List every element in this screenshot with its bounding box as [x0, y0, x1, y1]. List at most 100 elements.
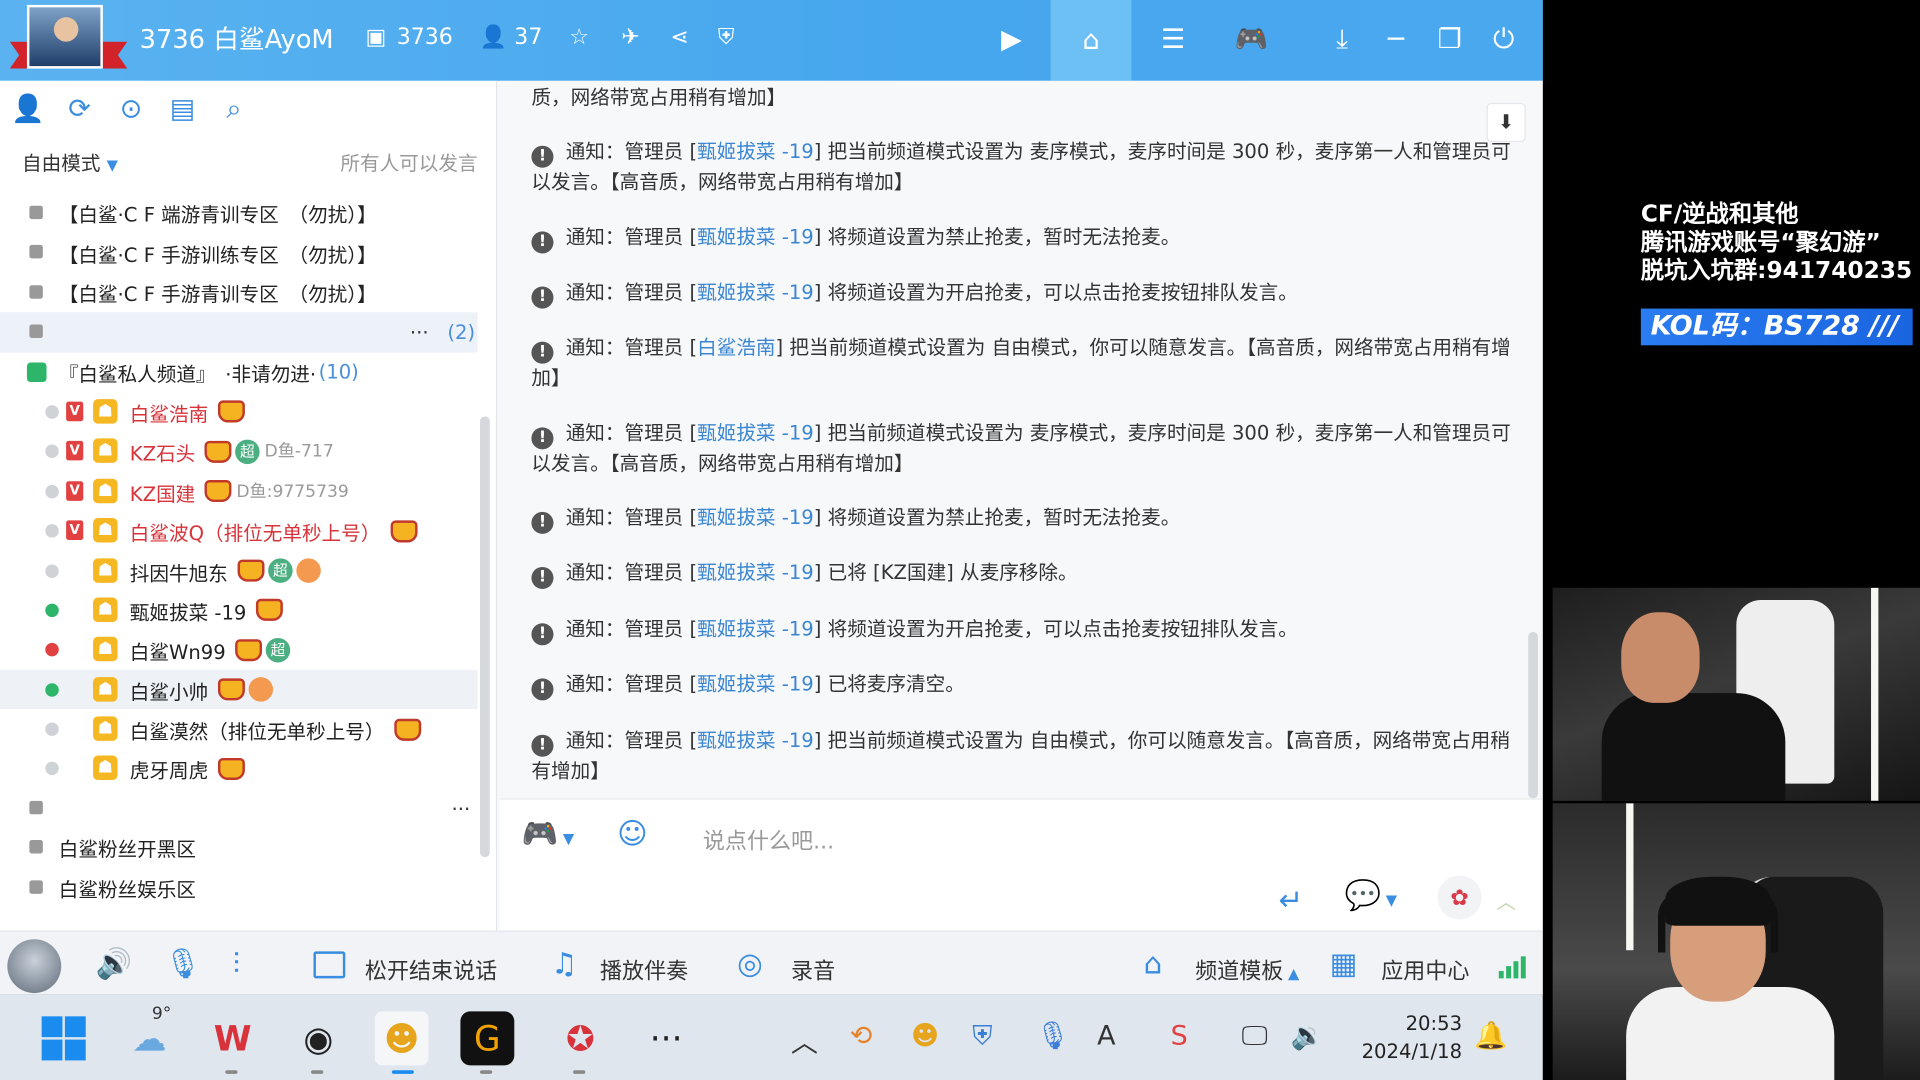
search-icon[interactable]: ⌕ [216, 91, 253, 128]
chat-notice: ! 通知：管理员 [甄姬拔菜 -19] 将频道设置为禁止抢麦，暂时无法抢麦。 [531, 223, 1518, 254]
grid-apps-icon[interactable]: ▦ [1330, 947, 1358, 981]
subchannel-item[interactable]: 白鲨粉丝娱乐区 [0, 868, 478, 908]
vip-badge-icon: V [66, 480, 84, 501]
user-list-item[interactable]: ☗ 甄姬拔菜 -19 [0, 590, 478, 630]
signal-strength-icon [1498, 956, 1526, 979]
more-apps-button[interactable]: ··· [639, 1011, 693, 1065]
location-icon[interactable]: ⊙ [113, 91, 150, 128]
minimize-button[interactable]: ─ [1371, 15, 1420, 64]
game-button[interactable]: 🎮 [1227, 15, 1276, 64]
sogou-icon[interactable]: S [1171, 1021, 1188, 1052]
microphone-tray-icon[interactable]: 🎙 [1036, 1021, 1070, 1052]
favorite-button[interactable]: ☆ [566, 23, 593, 50]
share-button[interactable]: ⋖ [666, 23, 693, 50]
more-icon[interactable]: ··· [452, 797, 471, 820]
security-shield-icon[interactable]: ⛨ [972, 1021, 992, 1052]
speaker-icon[interactable]: 🔊 [96, 947, 133, 981]
restore-button[interactable]: ❐ [1425, 15, 1474, 64]
lock-icon [29, 840, 43, 854]
person-icon[interactable]: 👤 [10, 91, 47, 128]
subchannel-item-collapsed[interactable]: ··· (2) [0, 312, 478, 353]
subchannel-item[interactable]: 【白鲨·C F 手游训练专区 （勿扰）】 [0, 233, 478, 273]
minimize-tray-button[interactable]: ⤓ [1318, 15, 1367, 64]
video-button[interactable]: ▶ [987, 15, 1036, 64]
user-list-item[interactable]: ☗ 白鲨小帅 [0, 669, 478, 710]
user-list-item[interactable]: V ☗ KZ石头超 D鱼-717 [0, 431, 478, 471]
g-app[interactable]: G [460, 1011, 515, 1066]
user-name: 白鲨浩南 [129, 402, 209, 427]
user-list-item[interactable]: V ☗ 白鲨浩南 [0, 392, 478, 432]
channel-template-button[interactable]: 频道模板 ▲ [1195, 954, 1299, 986]
crossfire-app[interactable]: ✪ [553, 1011, 607, 1065]
app-center-button[interactable]: 应用中心 [1381, 954, 1469, 986]
group-channel[interactable]: 『白鲨私人频道』 ·非请勿进· (10) [0, 352, 478, 392]
subchannel-item[interactable]: 【白鲨·C F 端游青训专区 （勿扰）】 [0, 193, 478, 233]
home-button[interactable]: ⌂ [1050, 0, 1132, 81]
yy-tray-icon[interactable]: ☻ [911, 1021, 939, 1052]
subchannel-item-collapsed[interactable]: ··· [0, 788, 478, 828]
chat-scrollbar[interactable] [1528, 631, 1538, 799]
admin-name-link[interactable]: 甄姬拔菜 -19 [697, 729, 814, 752]
play-accompaniment-button[interactable]: 播放伴奏 [600, 954, 688, 986]
admin-name-link[interactable]: 白鲨浩南 [697, 336, 775, 359]
admin-name-link[interactable]: 甄姬拔菜 -19 [697, 280, 814, 303]
chat-refresh-icon[interactable]: ⟳ [61, 91, 98, 128]
status-dot-icon [45, 484, 59, 499]
message-input[interactable]: 说点什么吧... [703, 824, 834, 856]
template-home-icon[interactable]: ⌂ [1144, 947, 1163, 981]
equalizer-icon[interactable]: ⫶ [233, 947, 240, 981]
chevron-up-icon[interactable]: ︿ [791, 1021, 818, 1060]
user-list-item[interactable]: ☗ 白鲨Wn99 超 [0, 630, 478, 670]
channel-scrollbar[interactable] [480, 416, 490, 858]
weather-cloud-icon: ☁ [132, 1018, 167, 1059]
notification-bell-icon[interactable]: 🔔 [1474, 1021, 1508, 1052]
airplane-button[interactable]: ✈ [617, 23, 644, 50]
scroll-to-bottom-button[interactable]: ⬇ [1486, 102, 1526, 143]
game-emoji-button[interactable]: 🎮 ▼ [522, 817, 575, 856]
user-list-item[interactable]: ☗ 白鲨漠然（排位无单秒上号） [0, 709, 478, 749]
list-button[interactable]: ☰ [1149, 15, 1198, 64]
system-clock[interactable]: 20:53 2024/1/18 [1347, 1009, 1462, 1065]
music-note-icon[interactable]: ♫ [551, 947, 577, 981]
expand-button[interactable]: ︿ [1496, 885, 1516, 914]
admin-name-link[interactable]: 甄姬拔菜 -19 [697, 225, 814, 248]
user-list-item[interactable]: V ☗ 白鲨波Q（排位无单秒上号） [0, 511, 478, 551]
power-button[interactable]: ⏻ [1479, 15, 1528, 64]
wps-app[interactable]: W [206, 1011, 260, 1065]
send-button[interactable]: ↵ [1278, 883, 1303, 917]
volume-icon[interactable]: 🔉 [1291, 1021, 1325, 1052]
admin-name-link[interactable]: 甄姬拔菜 -19 [697, 421, 814, 444]
obs-app[interactable]: ◉ [291, 1011, 345, 1065]
my-avatar[interactable] [7, 939, 62, 994]
admin-name-link[interactable]: 甄姬拔菜 -19 [697, 672, 814, 695]
chat-mode-button[interactable]: 💬 ▼ [1345, 878, 1398, 912]
channel-avatar[interactable] [9, 4, 128, 76]
online-count[interactable]: 👤 37 [480, 23, 543, 50]
user-list-item[interactable]: ☗ 虎牙周虎 [0, 749, 478, 789]
gift-flower-button[interactable]: ✿ [1437, 875, 1482, 920]
notice-prefix: 通知：管理员 [565, 225, 684, 249]
admin-name-link[interactable]: 甄姬拔菜 -19 [697, 140, 814, 163]
record-icon[interactable]: ◎ [737, 947, 763, 981]
user-list-item[interactable]: V ☗ KZ国建 D鱼:9775739 [0, 471, 478, 511]
subchannel-item[interactable]: 白鲨粉丝开黑区 [0, 828, 478, 868]
sync-icon[interactable]: ⟲ [850, 1021, 873, 1052]
push-to-talk-checkbox[interactable] [313, 951, 346, 979]
translate-button[interactable]: ☺ [617, 817, 648, 856]
user-list-item[interactable]: ☗ 抖因牛旭东 超 [0, 550, 478, 590]
more-icon[interactable]: ··· [410, 321, 429, 344]
network-icon[interactable]: 🖵 [1242, 1021, 1268, 1052]
report-button[interactable]: ⛨ [713, 23, 740, 50]
start-button[interactable] [37, 1011, 91, 1065]
record-button[interactable]: 录音 [791, 954, 835, 986]
microphone-icon[interactable]: 🎙 [164, 947, 201, 981]
mode-dropdown[interactable]: 自由模式 ▼ [22, 152, 118, 175]
admin-name-link[interactable]: 甄姬拔菜 -19 [697, 617, 814, 640]
notes-icon[interactable]: ▤ [164, 91, 201, 128]
subchannel-item[interactable]: 【白鲨·C F 手游青训专区 （勿扰）】 [0, 273, 478, 313]
input-method-icon[interactable]: A [1097, 1021, 1115, 1052]
admin-name-link[interactable]: 甄姬拔菜 -19 [697, 561, 814, 584]
yy-app[interactable]: ☻ [374, 1011, 429, 1066]
admin-name-link[interactable]: 甄姬拔菜 -19 [697, 506, 814, 529]
online-count-value: 37 [514, 23, 543, 50]
